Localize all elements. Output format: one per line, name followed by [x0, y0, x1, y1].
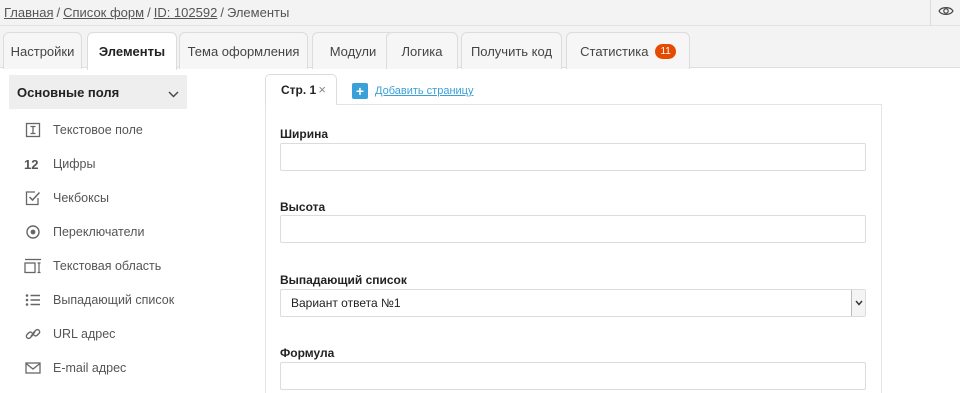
eye-icon: [937, 4, 954, 22]
formula-input[interactable]: [280, 362, 866, 390]
chevron-down-icon: [851, 290, 865, 316]
breadcrumb-current: Элементы: [226, 5, 290, 20]
close-icon[interactable]: ×: [318, 82, 326, 97]
add-page-button[interactable]: + Добавить страницу: [352, 83, 473, 99]
sidebar-item-checkboxes[interactable]: Чекбоксы: [24, 186, 109, 210]
dropdown-selected-value: Вариант ответа №1: [291, 296, 401, 310]
elements-sidebar: Основные поля Текстовое поле 12 Цифры Че…: [0, 69, 200, 393]
statistics-badge: 11: [655, 43, 676, 59]
field-label-height: Высота: [280, 200, 326, 214]
group-title: Основные поля: [17, 84, 120, 100]
width-input[interactable]: [280, 143, 866, 171]
list-icon: [24, 291, 42, 309]
breadcrumb-home-link[interactable]: Главная: [4, 5, 53, 20]
sidebar-item-textarea[interactable]: Текстовая область: [24, 254, 161, 278]
height-input[interactable]: [280, 215, 866, 243]
tab-get-code[interactable]: Получить код: [461, 32, 562, 69]
group-header-basic-fields[interactable]: Основные поля: [9, 75, 187, 109]
text-field-icon: [24, 121, 42, 139]
tab-settings[interactable]: Настройки: [3, 32, 82, 69]
digits-icon: 12: [24, 156, 39, 172]
sidebar-item-email[interactable]: E-mail адрес: [24, 356, 126, 380]
field-label-width: Ширина: [280, 127, 329, 141]
sidebar-item-digits[interactable]: 12 Цифры: [24, 152, 95, 176]
tab-theme[interactable]: Тема оформления: [179, 32, 308, 69]
field-label-formula: Формула: [280, 346, 335, 360]
breadcrumb-forms-link[interactable]: Список форм: [63, 5, 144, 20]
add-page-label: Добавить страницу: [375, 85, 474, 97]
breadcrumb: Главная / Список форм / ID: 102592/Элементы: [4, 5, 290, 20]
dropdown-select[interactable]: Вариант ответа №1: [280, 289, 866, 317]
chevron-down-icon: [168, 86, 179, 101]
checkbox-icon: [24, 189, 42, 207]
tab-logic[interactable]: Логика: [386, 32, 458, 69]
sidebar-item-text-field[interactable]: Текстовое поле: [24, 118, 143, 142]
breadcrumb-id-link[interactable]: ID: 102592: [154, 5, 218, 20]
textarea-icon: [24, 257, 42, 275]
plus-icon: +: [352, 83, 368, 99]
tab-modules[interactable]: Модули: [312, 32, 394, 69]
sidebar-item-dropdown[interactable]: Выпадающий список: [24, 288, 174, 312]
tab-bar: Настройки Элементы Тема оформления Модул…: [0, 26, 960, 70]
preview-button[interactable]: [930, 0, 960, 26]
link-icon: [24, 325, 42, 343]
page-tab-1[interactable]: Стр. 1 ×: [265, 74, 337, 105]
sidebar-item-url[interactable]: URL адрес: [24, 322, 115, 346]
field-label-dropdown: Выпадающий список: [280, 273, 407, 287]
tab-elements[interactable]: Элементы: [87, 32, 177, 70]
radio-icon: [24, 223, 42, 241]
tab-statistics[interactable]: Статистика 11: [566, 32, 690, 69]
breadcrumb-bar: Главная / Список форм / ID: 102592/Элементы: [0, 0, 960, 26]
mail-icon: [24, 359, 42, 377]
sidebar-item-radio[interactable]: Переключатели: [24, 220, 144, 244]
